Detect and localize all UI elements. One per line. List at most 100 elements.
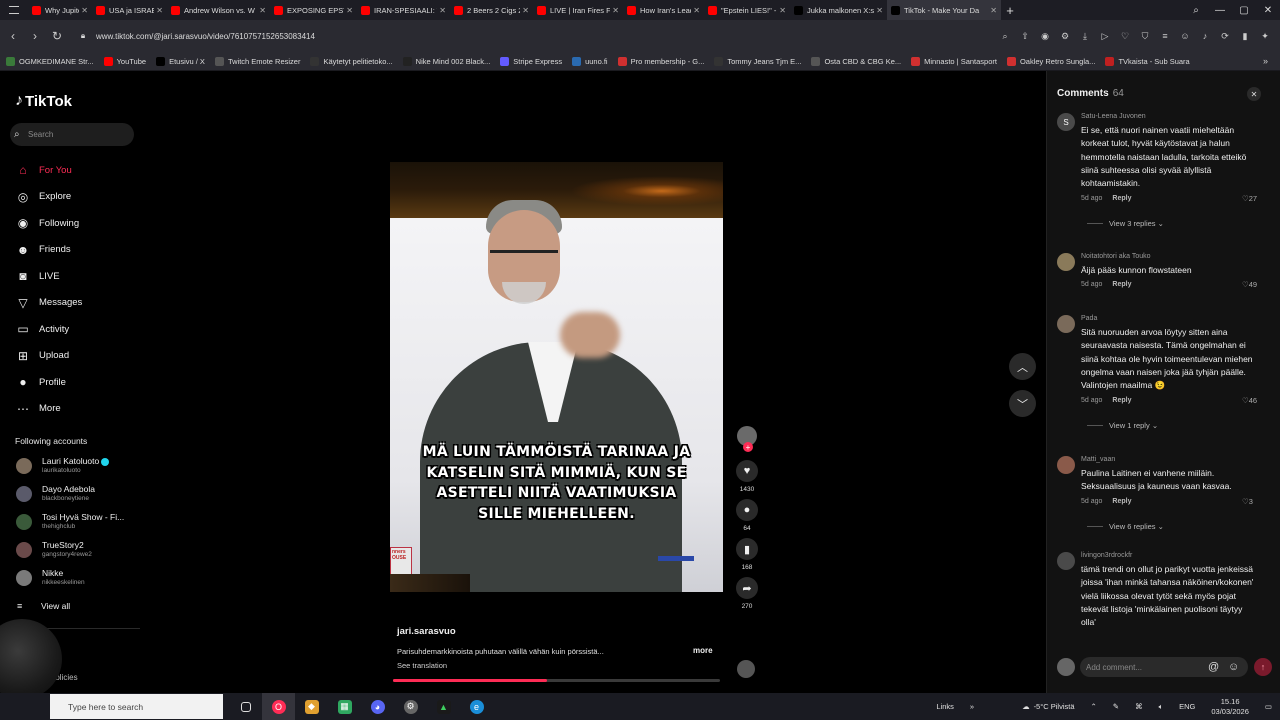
notifications-icon[interactable]: ▭ (1265, 702, 1272, 711)
view-replies-button[interactable]: View 6 replies ⌄ (1087, 522, 1164, 531)
share-icon[interactable]: ⇧ (1018, 31, 1032, 42)
close-tab-icon[interactable]: ✕ (81, 6, 88, 15)
avatar[interactable]: S (1057, 113, 1075, 131)
sidebar-item-live[interactable]: ◙ LIVE (14, 263, 82, 290)
list-icon[interactable]: ≡ (1158, 31, 1172, 41)
network-icon[interactable]: ⌘ (1135, 702, 1143, 711)
browser-tab[interactable]: EXPOSING EPSTEIN'S✕ (270, 0, 357, 20)
comment-button[interactable]: ● (736, 499, 758, 521)
browser-tab[interactable]: USA ja ISRAEL TAPPO✕ (92, 0, 167, 20)
next-video-button[interactable]: ﹀ (1009, 390, 1036, 417)
bookmark-item[interactable]: uuno.fi (572, 56, 608, 66)
browser-tab[interactable]: 2 Beers 2 Cigs 2 Rubik✕ (450, 0, 533, 20)
description-more-button[interactable]: more (693, 646, 713, 655)
bookmark-item[interactable]: Twitch Emote Resizer (214, 56, 300, 66)
forward-button[interactable]: › (24, 29, 46, 43)
sync-icon[interactable]: ⟳ (1218, 31, 1232, 42)
sound-avatar[interactable] (737, 660, 755, 678)
following-account[interactable]: Tosi Hyvä Show - Fi... thehighclub (16, 512, 124, 531)
opera-gx-icon[interactable]: O (262, 693, 295, 720)
browser-tab[interactable]: LIVE | Iran Fires Four C✕ (533, 0, 623, 20)
browser-tab[interactable]: Why Jupiter is The Sc✕ (28, 0, 92, 20)
sidebar-item-following[interactable]: ◉ Following (14, 210, 82, 237)
avatar[interactable] (1057, 315, 1075, 333)
browser-tab[interactable]: TikTok - Make Your Da ✕ (887, 0, 1001, 20)
comment-input[interactable]: Add comment... @ ☺ (1080, 657, 1248, 677)
sidebar-item-for-you[interactable]: ⌂ For You (14, 157, 82, 184)
sidebar-item-more[interactable]: ⋯ More (14, 396, 82, 423)
close-tab-icon[interactable]: ✕ (876, 6, 883, 15)
close-tab-icon[interactable]: ✕ (156, 6, 163, 15)
video-progress-bar[interactable] (393, 679, 720, 682)
browser-tab[interactable]: Jukka malkonen X:ssä✕ (790, 0, 887, 20)
comment-username[interactable]: Noitatohtori aka Touko (1081, 253, 1151, 260)
video-author[interactable]: jari.sarasvuo (397, 626, 456, 637)
creator-avatar[interactable]: + (737, 426, 757, 452)
close-tab-icon[interactable]: ✕ (612, 6, 619, 15)
share-button[interactable]: ➦ (736, 577, 758, 599)
lens-icon[interactable]: ⌕ (998, 31, 1012, 42)
back-button[interactable]: ‹ (2, 29, 24, 43)
close-tab-icon[interactable]: ✕ (346, 6, 353, 15)
close-comments-button[interactable]: ✕ (1247, 87, 1261, 101)
following-account[interactable]: Lauri Katoluoto laurikatoluoto (16, 456, 110, 475)
sidebar-item-explore[interactable]: ◎ Explore (14, 184, 82, 211)
minimize-button[interactable]: — (1208, 5, 1232, 16)
bookmark-item[interactable]: Stripe Express (500, 56, 562, 66)
app-icon[interactable]: ◆ (295, 693, 328, 720)
task-view-icon[interactable] (229, 693, 262, 720)
pen-icon[interactable]: ✎ (1113, 702, 1119, 711)
reply-button[interactable]: Reply (1112, 498, 1131, 505)
bookmark-item[interactable]: TVkaista - Sub Suara (1105, 56, 1190, 66)
bookmark-item[interactable]: Nike Mind 002 Black... (402, 56, 490, 66)
spreadsheet-icon[interactable]: ▦ (328, 693, 361, 720)
close-window-button[interactable]: ✕ (1256, 5, 1280, 16)
browser-menu-icon[interactable] (0, 0, 28, 20)
edge-icon[interactable]: e (460, 693, 493, 720)
sidebar-item-upload[interactable]: ⊞ Upload (14, 343, 82, 370)
search-input[interactable]: ⌕ Search (10, 123, 134, 146)
view-all-link[interactable]: ≡ View all (17, 601, 70, 611)
sidebar-item-messages[interactable]: ▽ Messages (14, 290, 82, 317)
browser-tab[interactable]: How Iran's Leader W✕ (623, 0, 704, 20)
close-tab-icon[interactable]: ✕ (779, 6, 786, 15)
search-tabs-icon[interactable]: ⌕ (1184, 5, 1208, 16)
bookmark-item[interactable]: Etusivu / X (156, 56, 205, 66)
bookmark-item[interactable]: Käytetyt pelitietoko... (310, 56, 393, 66)
bookmarks-overflow-icon[interactable]: » (1263, 56, 1268, 66)
tiktok-logo[interactable]: ♪ TikTok (15, 92, 72, 110)
reload-button[interactable]: ↻ (46, 29, 68, 43)
comment-username[interactable]: Matti_vaan (1081, 456, 1115, 463)
mention-icon[interactable]: @ (1208, 661, 1219, 673)
close-tab-icon[interactable]: ✕ (693, 6, 700, 15)
maximize-button[interactable]: ▢ (1232, 5, 1256, 16)
language-indicator[interactable]: ENG (1179, 702, 1195, 711)
comment-username[interactable]: livingon3rdrockfr (1081, 552, 1132, 559)
browser-tab[interactable]: Andrew Wilson vs. W ✕ (167, 0, 270, 20)
game-icon[interactable]: ▲ (427, 693, 460, 720)
links-toolbar[interactable]: Links (936, 702, 954, 711)
comment-like[interactable]: ♡27 (1242, 194, 1257, 203)
avatar[interactable] (1057, 456, 1075, 474)
previous-video-button[interactable]: ︿ (1009, 353, 1036, 380)
browser-tab[interactable]: IRAN-SPESIAALI: Trum✕ (357, 0, 450, 20)
reply-button[interactable]: Reply (1112, 195, 1131, 202)
save-button[interactable]: ▮ (736, 538, 758, 560)
new-tab-button[interactable]: + (1001, 0, 1019, 20)
volume-icon[interactable]: 🔈︎ (1159, 702, 1164, 712)
close-tab-icon[interactable]: ✕ (259, 6, 266, 15)
video-player[interactable]: nners OUSE MÄ LUIN TÄMMÖISTÄ TARINAA JA … (390, 162, 723, 592)
weather-text[interactable]: -5°C Pilvistä (1034, 702, 1075, 711)
avatar[interactable] (1057, 253, 1075, 271)
bookmark-item[interactable]: Minnasto | Santasport (911, 56, 997, 66)
bookmark-item[interactable]: Oakley Retro Sungla... (1006, 56, 1095, 66)
following-account[interactable]: TrueStory2 gangstory4rewe2 (16, 540, 92, 559)
sidebar-item-friends[interactable]: ☻ Friends (14, 237, 82, 264)
sidebar-item-activity[interactable]: ▭ Activity (14, 316, 82, 343)
settings-app-icon[interactable]: ⚙ (394, 693, 427, 720)
post-comment-button[interactable]: ↑ (1254, 658, 1272, 676)
shield-icon[interactable]: ⛉ (1138, 31, 1152, 42)
heart-icon[interactable]: ♡ (1118, 31, 1132, 42)
follow-plus-icon[interactable]: + (743, 442, 753, 452)
chevron-icon[interactable]: » (970, 702, 974, 711)
